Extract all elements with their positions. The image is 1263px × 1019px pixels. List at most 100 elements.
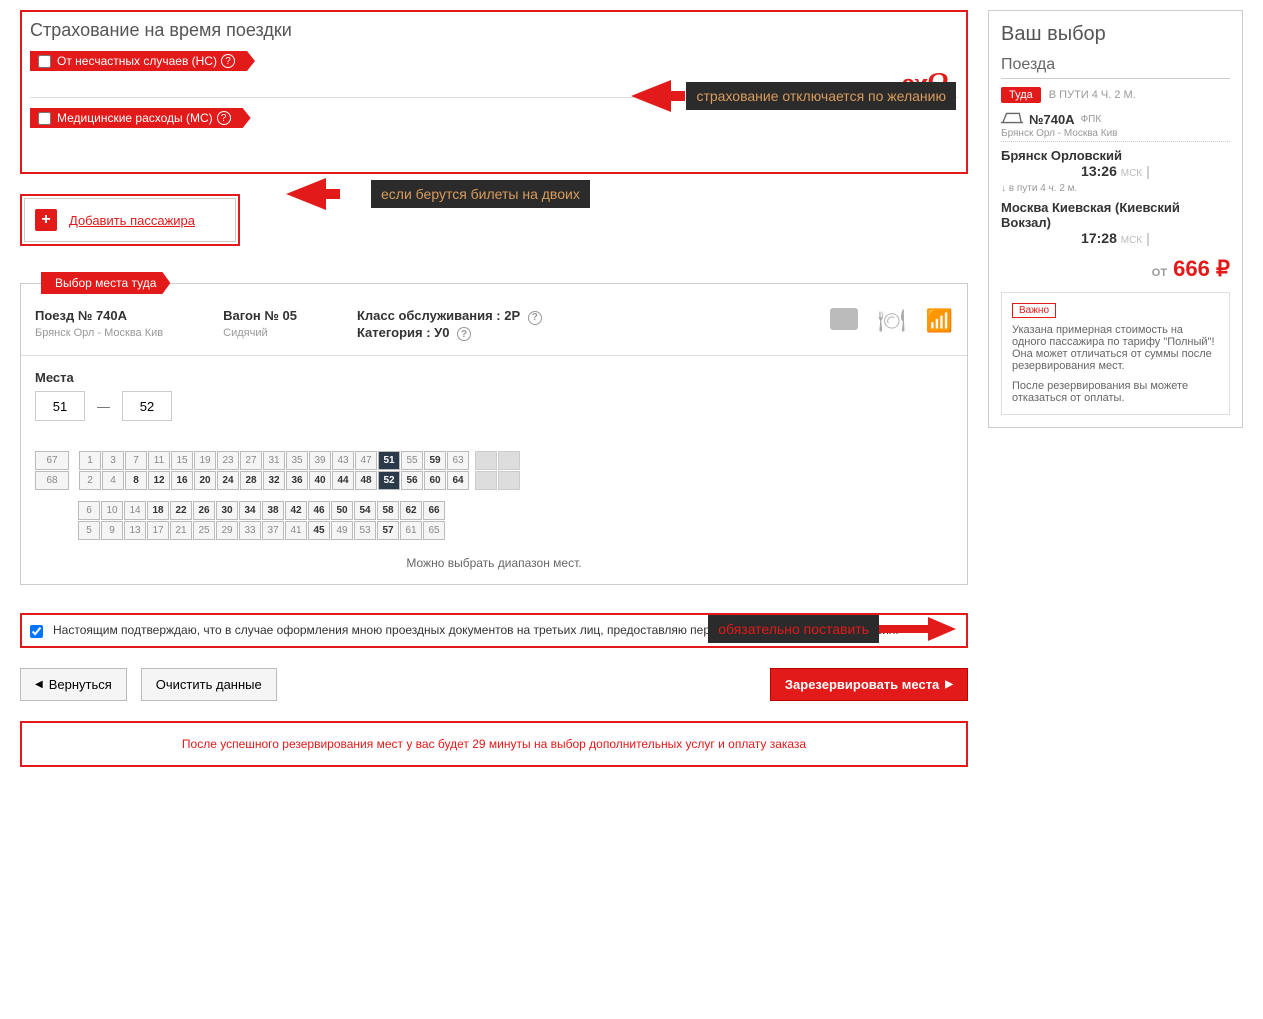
seat[interactable]: 18 — [147, 501, 169, 520]
seat[interactable]: 27 — [240, 451, 262, 470]
seat[interactable]: 42 — [285, 501, 307, 520]
seat[interactable]: 44 — [332, 471, 354, 490]
seat[interactable]: 61 — [400, 521, 422, 540]
help-icon[interactable]: ? — [457, 327, 471, 341]
seat[interactable]: 54 — [354, 501, 376, 520]
seat[interactable]: 2 — [79, 471, 101, 490]
seat[interactable]: 49 — [331, 521, 353, 540]
carrier-label: ФПК — [1081, 114, 1102, 125]
seat[interactable]: 19 — [194, 451, 216, 470]
seat[interactable]: 59 — [424, 451, 446, 470]
coach-map: 67 1371115192327313539434751555963 68 24… — [35, 451, 953, 540]
service-class: Класс обслуживания : 2Р — [357, 308, 520, 323]
insurance-accident-option[interactable]: От несчастных случаев (НС) ? — [30, 51, 255, 71]
cancel-note: После резервирования вы можете отказатьс… — [1012, 380, 1219, 404]
seat[interactable]: 25 — [193, 521, 215, 540]
seat[interactable]: 4 — [102, 471, 124, 490]
seat[interactable]: 12 — [148, 471, 170, 490]
seat[interactable]: 10 — [101, 501, 123, 520]
chevron-right-icon: ▶ — [945, 679, 953, 690]
seat[interactable]: 30 — [216, 501, 238, 520]
seat[interactable]: 45 — [308, 521, 330, 540]
seat[interactable]: 22 — [170, 501, 192, 520]
seat[interactable]: 20 — [194, 471, 216, 490]
train-number: Поезд № 740A — [35, 308, 163, 323]
seat[interactable]: 63 — [447, 451, 469, 470]
seat[interactable]: 65 — [423, 521, 445, 540]
seat[interactable]: 47 — [355, 451, 377, 470]
seat[interactable]: 43 — [332, 451, 354, 470]
seat[interactable]: 53 — [354, 521, 376, 540]
seat[interactable]: 8 — [125, 471, 147, 490]
seat[interactable]: 13 — [124, 521, 146, 540]
seat[interactable]: 14 — [124, 501, 146, 520]
seat[interactable]: 39 — [309, 451, 331, 470]
seat[interactable]: 23 — [217, 451, 239, 470]
seat[interactable]: 31 — [263, 451, 285, 470]
seat[interactable]: 56 — [401, 471, 423, 490]
seat[interactable]: 32 — [263, 471, 285, 490]
seat[interactable]: 3 — [102, 451, 124, 470]
seat[interactable]: 58 — [377, 501, 399, 520]
reservation-note: После успешного резервирования мест у ва… — [20, 721, 968, 767]
seat[interactable]: 35 — [286, 451, 308, 470]
duration-label: В ПУТИ 4 Ч. 2 М. — [1049, 89, 1136, 101]
seat[interactable]: 46 — [308, 501, 330, 520]
seat[interactable]: 64 — [447, 471, 469, 490]
reserve-button[interactable]: Зарезервировать места ▶ — [770, 668, 968, 701]
seat[interactable]: 1 — [79, 451, 101, 470]
insurance-medical-option[interactable]: Медицинские расходы (МС) ? — [30, 108, 251, 128]
seat[interactable]: 68 — [35, 471, 69, 490]
seat[interactable]: 24 — [217, 471, 239, 490]
seat[interactable]: 29 — [216, 521, 238, 540]
add-passenger-button[interactable]: + Добавить пассажира — [24, 198, 236, 242]
help-icon[interactable]: ? — [528, 311, 542, 325]
seat[interactable]: 37 — [262, 521, 284, 540]
seat[interactable]: 55 — [401, 451, 423, 470]
car-number: Вагон № 05 — [223, 308, 297, 323]
seat[interactable]: 17 — [147, 521, 169, 540]
seat-from-input[interactable] — [35, 391, 85, 421]
seat[interactable]: 52 — [378, 471, 400, 490]
insurance-accident-checkbox[interactable] — [38, 55, 51, 68]
seat[interactable]: 15 — [171, 451, 193, 470]
seat[interactable]: 6 — [78, 501, 100, 520]
seat-selection-tab: Выбор места туда — [41, 272, 170, 294]
insurance-medical-checkbox[interactable] — [38, 112, 51, 125]
seat[interactable]: 57 — [377, 521, 399, 540]
help-icon[interactable]: ? — [217, 111, 231, 125]
seat[interactable]: 67 — [35, 451, 69, 470]
departure-time: 13:26 — [1081, 163, 1117, 179]
seat[interactable]: 48 — [355, 471, 377, 490]
seat[interactable]: 9 — [101, 521, 123, 540]
train-icon — [1001, 111, 1023, 128]
departure-station: Брянск Орловский — [1001, 148, 1230, 163]
clear-button[interactable]: Очистить данные — [141, 668, 277, 701]
back-button[interactable]: ◀Вернуться — [20, 668, 127, 701]
category: Категория : У0 — [357, 325, 450, 340]
seat[interactable]: 36 — [286, 471, 308, 490]
meal-icon: 🍽 — [878, 308, 906, 334]
seat[interactable]: 28 — [240, 471, 262, 490]
seat-to-input[interactable] — [122, 391, 172, 421]
seat[interactable]: 60 — [424, 471, 446, 490]
seat[interactable]: 33 — [239, 521, 261, 540]
help-icon[interactable]: ? — [221, 54, 235, 68]
seat[interactable]: 50 — [331, 501, 353, 520]
seat[interactable]: 34 — [239, 501, 261, 520]
amenity-icons: 🍽 📶 — [830, 308, 953, 341]
seat[interactable]: 38 — [262, 501, 284, 520]
seat[interactable]: 21 — [170, 521, 192, 540]
seat[interactable]: 11 — [148, 451, 170, 470]
seat[interactable]: 41 — [285, 521, 307, 540]
seat[interactable]: 66 — [423, 501, 445, 520]
seat[interactable]: 16 — [171, 471, 193, 490]
seat[interactable]: 62 — [400, 501, 422, 520]
seat[interactable]: 40 — [309, 471, 331, 490]
seat[interactable]: 5 — [78, 521, 100, 540]
plus-icon: + — [35, 209, 57, 231]
seat[interactable]: 26 — [193, 501, 215, 520]
seat[interactable]: 7 — [125, 451, 147, 470]
wifi-icon: 📶 — [926, 308, 953, 334]
seat[interactable]: 51 — [378, 451, 400, 470]
